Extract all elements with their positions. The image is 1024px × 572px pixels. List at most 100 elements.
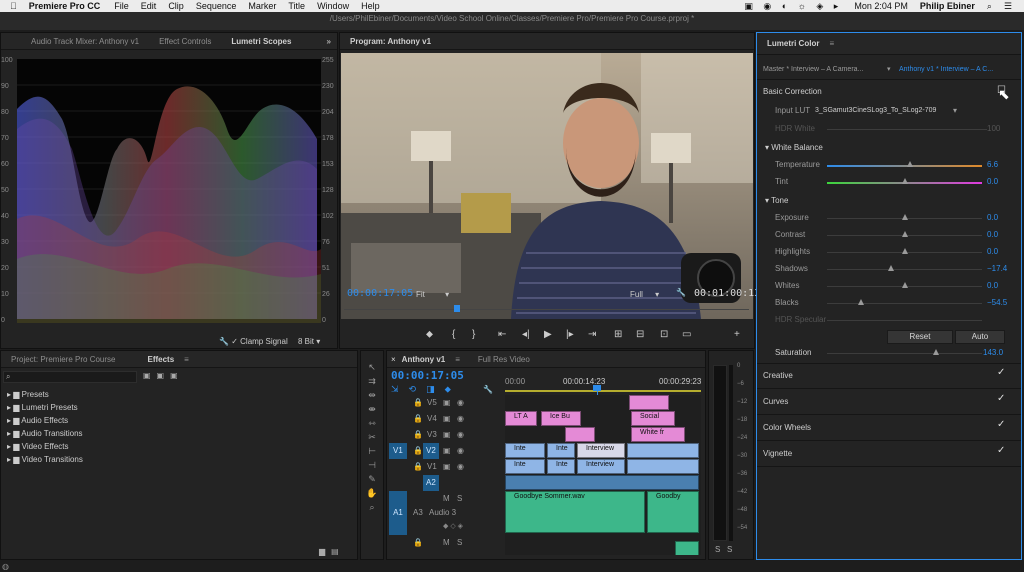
menu-marker[interactable]: Marker	[248, 1, 276, 11]
tint-value[interactable]: 0.0	[987, 175, 998, 189]
lock-icon[interactable]: 🔒	[413, 427, 423, 443]
expand-arrow-icon[interactable]: ▸	[7, 416, 11, 425]
folder-audio-effects[interactable]: ▸ ▆ Audio Effects	[7, 414, 68, 428]
clip-music-b[interactable]: Goodby	[647, 491, 699, 533]
tint-knob[interactable]	[902, 178, 908, 184]
program-scrub-bar[interactable]	[344, 305, 749, 315]
clip-v2-c[interactable]	[627, 443, 699, 458]
go-to-in-icon[interactable]: ⇤	[498, 329, 506, 340]
sync-icon[interactable]: ▣	[443, 427, 451, 443]
clip-v1-interview[interactable]: Interview	[577, 459, 625, 474]
selection-tool-icon[interactable]: ↖	[365, 361, 379, 373]
step-forward-icon[interactable]: |▸	[566, 329, 574, 340]
effects-search-input[interactable]: ⌕	[3, 371, 137, 383]
filter-icons[interactable]: ▣▣▣	[143, 371, 184, 380]
zoom-tool-icon[interactable]: ⌕	[365, 501, 379, 513]
eye-icon[interactable]: ◉	[457, 443, 464, 459]
temperature-value[interactable]: 6.6	[987, 158, 998, 172]
vignette-section[interactable]: Vignette	[763, 447, 792, 461]
saturation-value[interactable]: 143.0	[983, 346, 1003, 360]
keyframe-controls[interactable]: ◆ ◇ ◈	[387, 519, 505, 535]
lock-icon[interactable]: 🔒	[413, 395, 423, 411]
quality-select[interactable]: Full ▾	[630, 290, 659, 299]
tab-audio-mixer[interactable]: Audio Track Mixer: Anthony v1	[1, 33, 149, 50]
timeline-toolbar-icons[interactable]: ⇲⟲◨⬥	[391, 384, 461, 395]
menu-file[interactable]: File	[114, 1, 129, 11]
track-select-tool-icon[interactable]: ⇉	[365, 375, 379, 387]
chevron-down-icon[interactable]: ▾	[765, 196, 769, 205]
shadows-knob[interactable]	[888, 265, 894, 271]
tone-header[interactable]: ▾ Tone	[765, 194, 788, 208]
close-icon[interactable]: ×	[387, 351, 400, 368]
mark-out-icon[interactable]: }	[472, 329, 475, 340]
vignette-checkbox[interactable]: ✓	[997, 445, 1005, 456]
sync-icon[interactable]: ▣	[443, 459, 451, 475]
program-timecode[interactable]: 00:00:17:05	[347, 288, 413, 299]
clip-v3-a[interactable]	[565, 427, 595, 442]
razor-tool-icon[interactable]: ✂	[365, 431, 379, 443]
temperature-slider[interactable]	[827, 165, 982, 167]
wrench-icon[interactable]: 🔧	[219, 337, 229, 346]
blacks-slider[interactable]	[827, 303, 982, 304]
tab-effect-controls[interactable]: Effect Controls	[149, 33, 221, 50]
expand-arrow-icon[interactable]: ▸	[7, 403, 11, 412]
contrast-knob[interactable]	[902, 231, 908, 237]
exposure-knob[interactable]	[902, 214, 908, 220]
exposure-value[interactable]: 0.0	[987, 211, 998, 225]
clip-v2-inte[interactable]: Inte	[505, 443, 545, 458]
pen-tool-icon[interactable]: ✎	[365, 473, 379, 485]
saturation-knob[interactable]	[933, 349, 939, 355]
clip-audio-end[interactable]	[675, 541, 699, 555]
lock-icon[interactable]: 🔒	[413, 411, 423, 427]
clip-social[interactable]: Social	[631, 411, 675, 426]
lock-icon[interactable]: 🔒	[413, 535, 423, 551]
sync-icon[interactable]: ▣	[443, 395, 451, 411]
step-back-icon[interactable]: ◂|	[522, 329, 530, 340]
shadows-value[interactable]: −17.4	[987, 262, 1007, 276]
chevron-down-icon[interactable]: ▾	[655, 290, 659, 299]
folder-video-effects[interactable]: ▸ ▆ Video Effects	[7, 440, 69, 454]
menu-window[interactable]: Window	[317, 1, 349, 11]
sync-icon[interactable]: ▣	[443, 443, 451, 459]
expand-arrow-icon[interactable]: ▸	[7, 390, 11, 399]
tab-sequence[interactable]: Anthony v1	[400, 351, 456, 368]
temperature-knob[interactable]	[907, 161, 913, 167]
creative-section[interactable]: Creative	[763, 369, 793, 383]
wrench-icon[interactable]: 🔧	[483, 385, 493, 394]
user-name[interactable]: Philip Ebiner	[920, 1, 975, 11]
clip-music[interactable]: Goodbye Sommer.wav	[505, 491, 645, 533]
panel-menu-icon[interactable]: ≡	[184, 355, 189, 364]
solo-icon[interactable]: S	[457, 535, 462, 551]
chevron-down-icon[interactable]: ▾	[887, 63, 891, 77]
tab-project[interactable]: Project: Premiere Pro Course	[1, 351, 125, 368]
auto-button[interactable]: Auto	[955, 330, 1005, 344]
mark-in-icon[interactable]: {	[452, 329, 455, 340]
tab-effects[interactable]: Effects	[137, 351, 184, 368]
folder-video-transitions[interactable]: ▸ ▆ Video Transitions	[7, 453, 83, 467]
basic-correction-header[interactable]: Basic Correction	[763, 85, 822, 99]
lift-icon[interactable]: ⊞	[614, 329, 622, 340]
color-wheels-checkbox[interactable]: ✓	[997, 419, 1005, 430]
curves-checkbox[interactable]: ✓	[997, 393, 1005, 404]
extract-icon[interactable]: ⊟	[636, 329, 644, 340]
menu-sequence[interactable]: Sequence	[196, 1, 237, 11]
go-to-out-icon[interactable]: ⇥	[588, 329, 596, 340]
playhead[interactable]	[454, 305, 460, 312]
marker-icon[interactable]: ⬥	[426, 329, 433, 340]
white-balance-header[interactable]: ▾ White Balance	[765, 141, 823, 155]
color-wheels-section[interactable]: Color Wheels	[763, 421, 811, 435]
timeline-timecode[interactable]: 00:00:17:05	[391, 369, 464, 382]
eye-icon[interactable]: ◉	[457, 395, 464, 411]
reset-button[interactable]: Reset	[887, 330, 953, 344]
clamp-signal-checkbox[interactable]: ✓	[231, 337, 238, 346]
source-patch-v1[interactable]: V1	[389, 443, 407, 459]
shadows-slider[interactable]	[827, 269, 982, 270]
input-lut-select[interactable]: 3_SGamut3CineSLog3_To_SLog2-709	[815, 104, 936, 118]
clip-v2-inte-b[interactable]: Inte	[547, 443, 575, 458]
clip-ice-bu[interactable]: Ice Bu	[541, 411, 581, 426]
highlights-knob[interactable]	[902, 248, 908, 254]
eye-icon[interactable]: ◉	[457, 459, 464, 475]
clip-v1-c[interactable]	[627, 459, 699, 474]
clip-v1-inte[interactable]: Inte	[505, 459, 545, 474]
whites-knob[interactable]	[902, 282, 908, 288]
